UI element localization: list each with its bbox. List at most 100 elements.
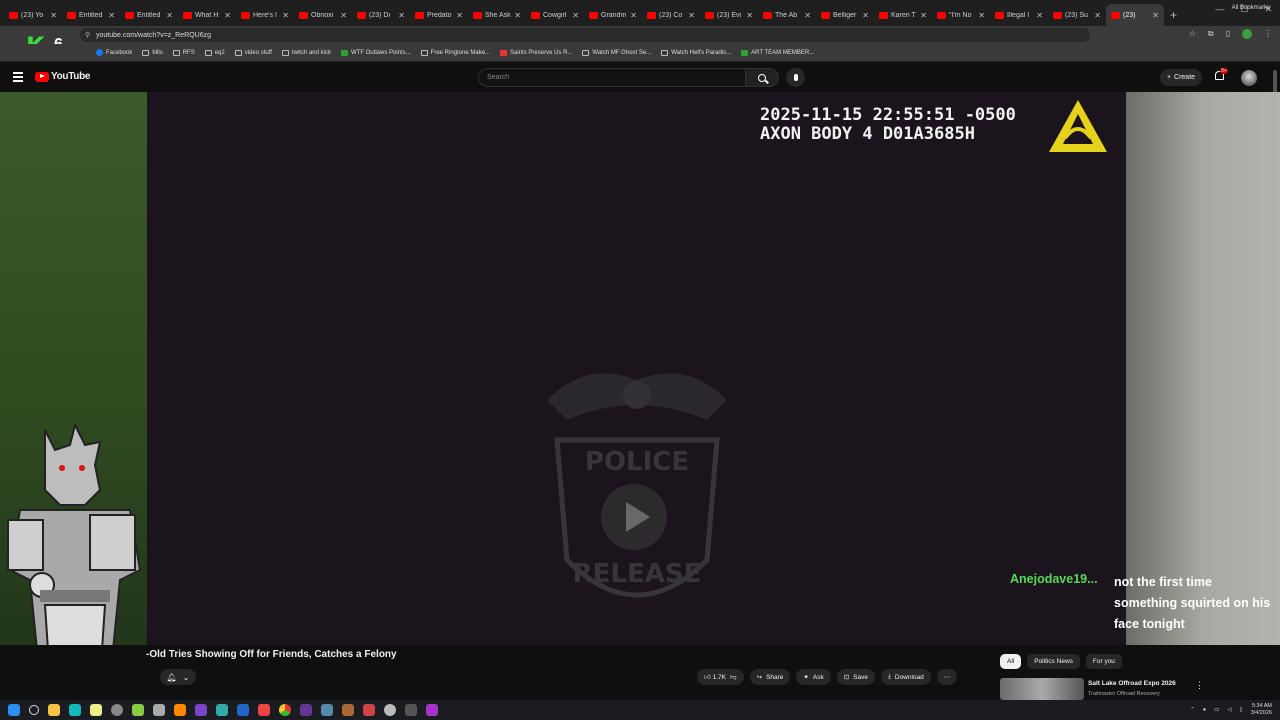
bookmark-item[interactable]: video stuff (234, 49, 272, 56)
browser-tab[interactable]: Illegal I ✕ (990, 4, 1048, 26)
video-player[interactable]: 2025-11-15 22:55:51 -0500 AXON BODY 4 D0… (147, 92, 1126, 645)
close-tab-icon[interactable]: ✕ (804, 11, 811, 20)
browser-tab[interactable]: Belliger ✕ (816, 4, 874, 26)
browser-tab[interactable]: Entitled ✕ (62, 4, 120, 26)
bookmark-item[interactable]: Facebook (96, 49, 132, 56)
browser-tab[interactable]: (23) Co ✕ (642, 4, 700, 26)
close-tab-icon[interactable]: ✕ (398, 11, 405, 20)
bookmark-item[interactable]: Watch MF Ghost Se... (582, 49, 651, 56)
bookmark-item[interactable]: Saints Preserve Us R... (500, 49, 572, 56)
like-button[interactable]: 👍︎ 1.7K (704, 673, 726, 681)
volume-icon[interactable]: ◁ (1227, 707, 1231, 713)
close-tab-icon[interactable]: ✕ (282, 11, 289, 20)
app-icon-2[interactable] (90, 704, 102, 716)
filter-chip[interactable]: For you (1085, 654, 1122, 669)
app-icon-9[interactable] (258, 704, 270, 716)
close-tab-icon[interactable]: ✕ (224, 11, 231, 20)
app-icon-6[interactable] (195, 704, 207, 716)
notifications-button[interactable]: 9+ (1215, 68, 1228, 82)
app-icon-10[interactable] (300, 704, 312, 716)
search-input[interactable]: Search (478, 68, 746, 87)
bookmark-item[interactable]: Free Ringtone Make... (420, 49, 490, 56)
share-button[interactable]: ↪ Share (749, 669, 791, 685)
save-button[interactable]: ⊡ Save (836, 669, 875, 685)
app-icon-4[interactable] (153, 704, 165, 716)
browser-tab[interactable]: Entitled ✕ (120, 4, 178, 26)
browser-tab[interactable]: The Ab ✕ (758, 4, 816, 26)
more-actions-button[interactable]: ⋯ (936, 669, 958, 685)
app-icon-11[interactable] (321, 704, 333, 716)
app-icon-12[interactable] (342, 704, 354, 716)
search-button[interactable] (745, 68, 779, 87)
windows-start-icon[interactable] (8, 704, 20, 716)
subscribe-bell-button[interactable]: 🔔︎ ⌄ (160, 669, 196, 685)
bookmark-item[interactable]: eq2 (204, 49, 225, 56)
app-icon-5[interactable] (174, 704, 186, 716)
close-tab-icon[interactable]: ✕ (862, 11, 869, 20)
close-tab-icon[interactable]: ✕ (630, 11, 637, 20)
extension-icon[interactable]: ⧉ (1208, 29, 1214, 41)
close-tab-icon[interactable]: ✕ (166, 11, 173, 20)
browser-tab[interactable]: Cowgirl ✕ (526, 4, 584, 26)
battery-icon[interactable]: ▯ (1240, 707, 1243, 713)
close-tab-icon[interactable]: ✕ (108, 11, 115, 20)
bookmark-item[interactable]: ART TEAM MEMBER... (741, 49, 814, 56)
bookmark-item[interactable]: twitch and kick (281, 49, 331, 56)
browser-tab[interactable]: "I'm No ✕ (932, 4, 990, 26)
close-tab-icon[interactable]: ✕ (456, 11, 463, 20)
close-tab-icon[interactable]: ✕ (572, 11, 579, 20)
close-tab-icon[interactable]: ✕ (1036, 11, 1043, 20)
ask-button[interactable]: ✦ Ask (796, 669, 831, 685)
close-tab-icon[interactable]: ✕ (1152, 11, 1159, 20)
chrome-icon[interactable] (279, 704, 291, 716)
app-icon-15[interactable] (405, 704, 417, 716)
minimize-icon[interactable]: — (1215, 4, 1224, 15)
app-icon-16[interactable] (426, 704, 438, 716)
close-tab-icon[interactable]: ✕ (920, 11, 927, 20)
browser-tab[interactable]: (23) Di ✕ (352, 4, 410, 26)
settings-icon[interactable] (111, 704, 123, 716)
url-field[interactable]: ⚲ youtube.com/watch?v=z_ReRQU6zg (80, 28, 1090, 42)
close-tab-icon[interactable]: ✕ (514, 11, 521, 20)
bookmark-item[interactable]: RFS (172, 49, 195, 56)
app-icon-1[interactable] (69, 704, 81, 716)
close-tab-icon[interactable]: ✕ (50, 11, 57, 20)
app-icon-13[interactable] (363, 704, 375, 716)
app-icon-3[interactable] (132, 704, 144, 716)
browser-tab[interactable]: Here's I ✕ (236, 4, 294, 26)
close-tab-icon[interactable]: ✕ (688, 11, 695, 20)
all-bookmarks-button[interactable]: All Bookmarks (1232, 5, 1270, 11)
app-icon-7[interactable] (216, 704, 228, 716)
tray-chevron-icon[interactable]: ⌃ (1190, 707, 1195, 713)
new-tab-button[interactable]: + (1170, 4, 1177, 26)
download-button[interactable]: ⤓ Download (880, 669, 931, 685)
bookmark-item[interactable]: WTF Outlaws Points... (340, 49, 411, 56)
voice-search-button[interactable] (786, 68, 805, 87)
system-clock[interactable]: 5:34 AM 3/4/2026 (1251, 703, 1272, 716)
profile-icon[interactable] (1242, 29, 1252, 41)
browser-tab[interactable]: What H ✕ (178, 4, 236, 26)
bookmark-item[interactable]: Watch Hell's Paradis... (661, 49, 731, 56)
close-tab-icon[interactable]: ✕ (340, 11, 347, 20)
close-tab-icon[interactable]: ✕ (1094, 11, 1101, 20)
browser-tab[interactable]: (23) Su ✕ (1048, 4, 1106, 26)
dislike-button[interactable]: 👎︎ (730, 673, 737, 681)
browser-tab[interactable]: Karen T ✕ (874, 4, 932, 26)
browser-tab[interactable]: Grandm ✕ (584, 4, 642, 26)
browser-tab[interactable]: (23) ✕ (1106, 4, 1164, 26)
recommended-video[interactable]: Salt Lake Offroad Expo 2026 Trailmaster … (1000, 678, 1204, 700)
browser-tab[interactable]: (23) Yo ✕ (4, 4, 62, 26)
app-icon-14[interactable] (384, 704, 396, 716)
bookmark-item[interactable]: bills (142, 49, 163, 56)
bookmark-star-icon[interactable]: ☆ (1189, 29, 1196, 41)
app-icon-8[interactable] (237, 704, 249, 716)
browser-tab[interactable]: (23) Evi ✕ (700, 4, 758, 26)
mic-tray-icon[interactable]: ● (1203, 707, 1206, 713)
browser-tab[interactable]: Predato ✕ (410, 4, 468, 26)
site-info-icon[interactable]: ⚲ (85, 31, 90, 39)
recommended-title[interactable]: Salt Lake Offroad Expo 2026 (1088, 680, 1176, 687)
youtube-logo[interactable]: YouTube (35, 71, 91, 82)
browser-tab[interactable]: She Ask ✕ (468, 4, 526, 26)
network-icon[interactable]: ▭ (1214, 707, 1219, 713)
filter-chip[interactable]: Politics News (1027, 654, 1080, 669)
